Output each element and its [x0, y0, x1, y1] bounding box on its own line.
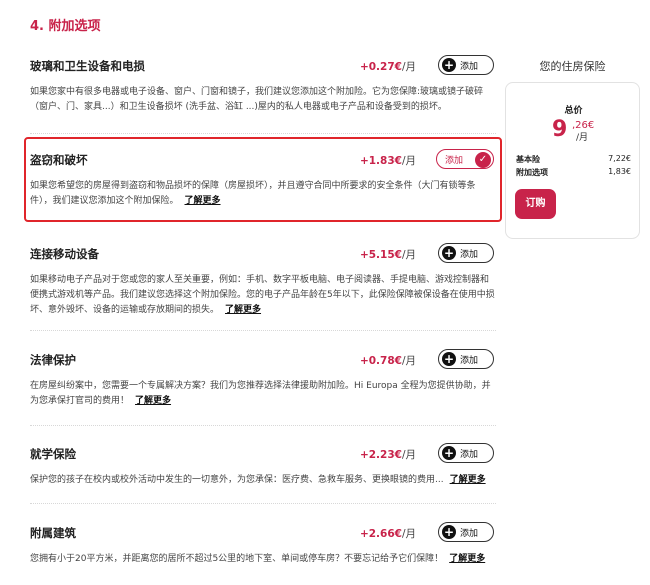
learn-more-link[interactable]: 了解更多 — [135, 396, 171, 406]
option-name: 盗窃和破坏 — [30, 153, 88, 167]
option-price: +5.15€/月 — [359, 249, 416, 261]
order-button[interactable]: 订购 — [515, 189, 556, 219]
divider — [30, 133, 496, 134]
base-label: 基本险 — [516, 155, 540, 164]
option-price: +0.27€/月 — [359, 61, 416, 73]
sidebar-title: 您的住房保险 — [539, 60, 606, 73]
add-button[interactable]: + 添加 — [438, 522, 494, 542]
learn-more-link[interactable]: 了解更多 — [449, 554, 485, 564]
price-summary-card: 总价 9 ,26€ /月 基本险 7,22€ 附加选项 1,83€ 订购 — [505, 82, 640, 239]
total-price-integer: 9 — [552, 117, 568, 142]
option-price: +2.66€/月 — [359, 528, 416, 540]
option-price: +1.83€/月 — [359, 155, 416, 167]
option-price: +2.23€/月 — [359, 449, 416, 461]
add-button-label: 添加 — [460, 250, 479, 260]
plus-icon: + — [442, 246, 456, 260]
divider — [30, 425, 496, 426]
base-value: 7,22€ — [608, 154, 631, 163]
learn-more-link[interactable]: 了解更多 — [450, 475, 486, 485]
add-button-label: 添加 — [460, 529, 479, 539]
plus-icon: + — [442, 525, 456, 539]
option-name: 玻璃和卫生设备和电损 — [30, 59, 145, 73]
check-icon: ✓ — [475, 152, 491, 168]
total-label: 总价 — [564, 106, 583, 116]
option-description: 如果您家中有很多电器或电子设备、窗户、门窗和镜子，我们建议您添加这个附加险。它为… — [30, 87, 484, 112]
option-name: 附属建筑 — [30, 526, 76, 540]
plus-icon: + — [442, 446, 456, 460]
option-name: 连接移动设备 — [30, 247, 99, 261]
option-description: 保护您的孩子在校内或校外活动中发生的一切意外，为您承保：医疗费、急救车服务、更换… — [30, 475, 486, 485]
add-button-label: 添加 — [460, 356, 479, 366]
total-price-unit: /月 — [576, 133, 589, 143]
addon-label: 附加选项 — [516, 168, 548, 177]
option-price: +0.78€/月 — [359, 355, 416, 367]
divider — [30, 330, 496, 331]
option-description: 如果您希望您的房屋得到盗窃和物品损坏的保障（房屋损坏），并且遵守合同中所要求的安… — [30, 181, 476, 206]
plus-icon: + — [442, 352, 456, 366]
plus-icon: + — [442, 58, 456, 72]
add-button[interactable]: + 添加 — [438, 55, 494, 75]
option-description: 您拥有小于20平方米，并距离您的居所不超过5公里的地下室、单间或停车房？不要忘记… — [30, 554, 486, 564]
option-name: 就学保险 — [30, 447, 76, 461]
add-button[interactable]: + 添加 — [438, 243, 494, 263]
add-button-label: 添加 — [460, 450, 479, 460]
divider — [30, 503, 496, 504]
add-button[interactable]: + 添加 — [438, 443, 494, 463]
addon-value: 1,83€ — [608, 167, 631, 176]
option-description: 在房屋纠纷案中，您需要一个专属解决方案？我们为您推荐选择法律援助附加险。Hi E… — [30, 381, 491, 406]
learn-more-link[interactable]: 了解更多 — [185, 196, 221, 206]
add-button-label: 添加 — [445, 156, 464, 166]
add-button-label: 添加 — [460, 62, 479, 72]
option-description: 如果移动电子产品对于您或您的家人至关重要，例如：手机、数字平板电脑、电子阅读器、… — [30, 275, 495, 315]
learn-more-link[interactable]: 了解更多 — [225, 305, 261, 315]
option-name: 法律保护 — [30, 353, 76, 367]
add-button[interactable]: + 添加 — [438, 349, 494, 369]
add-button-selected[interactable]: 添加 ✓ — [436, 149, 494, 169]
section-title: 4. 附加选项 — [30, 19, 101, 34]
